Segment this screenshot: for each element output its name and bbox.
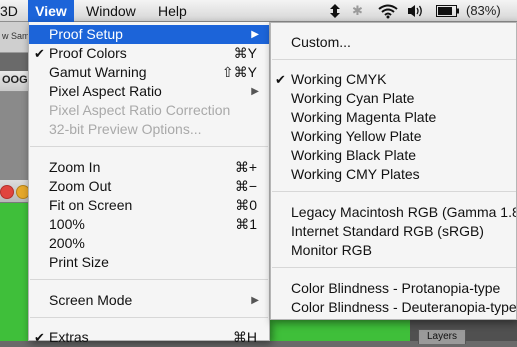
submenu-item-internet-standard-rgb[interactable]: Internet Standard RGB (sRGB) [271,222,516,241]
close-window-button[interactable] [0,185,14,199]
submenu-item-color-blindness-deuteranopia[interactable]: Color Blindness - Deuteranopia-type [271,298,517,317]
menu-separator [272,59,516,60]
battery-percent: (83%) [466,3,501,18]
menu-item-label: Zoom Out [49,178,112,194]
submenu-item-label: Custom... [291,34,351,50]
menu-separator [30,146,268,147]
menu-separator [30,279,268,280]
menu-separator [272,191,516,192]
checkmark-icon: ✔ [34,46,45,61]
menu-item-shortcut: ⌘+ [234,159,257,175]
menu-item-shortcut: ⌘H [232,329,257,345]
menu-item-label: Zoom In [49,159,101,175]
menu-item-shortcut: ⌘− [234,178,257,194]
menu-item-label: Pixel Aspect Ratio Correction [49,102,231,118]
menu-item-label: 200% [49,235,85,251]
submenu-item-label: Internet Standard RGB (sRGB) [291,223,484,239]
layers-panel-tab[interactable]: Layers [418,329,466,344]
menu-item-label: Screen Mode [49,292,133,308]
menu-item-100-percent[interactable]: 100% ⌘1 [29,215,269,234]
submenu-arrow-icon: ▶ [251,86,259,97]
menu-item-shortcut: ⌘1 [235,216,257,232]
submenu-item-legacy-mac-rgb[interactable]: Legacy Macintosh RGB (Gamma 1.8) [271,203,517,222]
menu-view[interactable]: View [28,0,74,22]
submenu-item-working-black-plate[interactable]: Working Black Plate [271,146,516,165]
submenu-item-label: Monitor RGB [291,242,372,258]
menu-item-label: Gamut Warning [49,64,147,80]
menu-item-extras[interactable]: ✔ Extras ⌘H [29,328,269,347]
submenu-item-label: Working CMY Plates [291,166,420,182]
volume-icon[interactable] [407,0,425,22]
menu-separator [272,267,516,268]
submenu-item-label: Working Magenta Plate [291,109,437,125]
checkmark-icon: ✔ [34,330,45,345]
menu-bar: 3D View Window Help ✱ (83%) [0,0,517,22]
menu-item-pixel-aspect-ratio[interactable]: Pixel Aspect Ratio ▶ [29,82,269,101]
menu-item-label: Proof Colors [49,45,127,61]
menu-item-label: Print Size [49,254,109,270]
menu-window[interactable]: Window [86,0,136,22]
menu-item-zoom-out[interactable]: Zoom Out ⌘− [29,177,269,196]
menu-item-label: Extras [49,329,89,345]
input-menu-icon[interactable] [328,0,342,22]
menu-item-label: 100% [49,216,85,232]
submenu-item-working-cyan-plate[interactable]: Working Cyan Plate [271,89,516,108]
bluetooth-icon[interactable]: ✱ [352,0,363,22]
view-menu: Proof Setup ▶ ✔ Proof Colors ⌘Y Gamut Wa… [28,22,270,345]
menu-item-shortcut: ⌘Y [233,45,257,61]
menu-item-print-size[interactable]: Print Size [29,253,269,272]
wifi-icon[interactable] [378,0,398,22]
menu-help[interactable]: Help [158,0,187,22]
menu-item-shortcut: ⇧⌘Y [221,64,257,80]
submenu-item-label: Working CMYK [291,71,387,87]
submenu-item-label: Color Blindness - Protanopia-type [291,280,501,296]
menu-item-label: 32-bit Preview Options... [49,121,202,137]
submenu-item-monitor-rgb[interactable]: Monitor RGB [271,241,516,260]
proof-setup-submenu: Custom... ✔ Working CMYK Working Cyan Pl… [270,22,517,320]
submenu-item-working-cmyk[interactable]: ✔ Working CMYK [271,70,516,89]
battery-icon[interactable] [436,0,460,22]
submenu-item-working-magenta-plate[interactable]: Working Magenta Plate [271,108,516,127]
submenu-arrow-icon: ▶ [251,29,259,40]
menu-item-proof-setup[interactable]: Proof Setup ▶ [29,25,269,44]
menu-separator [30,317,268,318]
menu-item-shortcut: ⌘0 [235,197,257,213]
document-tab-text: OOG [2,74,28,86]
menu-item-label: Fit on Screen [49,197,133,213]
menu-item-pixel-aspect-ratio-correction: Pixel Aspect Ratio Correction [29,101,269,120]
menu-item-32bit-preview-options: 32-bit Preview Options... [29,120,269,139]
submenu-item-custom[interactable]: Custom... [271,33,516,52]
submenu-item-working-yellow-plate[interactable]: Working Yellow Plate [271,127,516,146]
submenu-item-label: Working Cyan Plate [291,90,415,106]
submenu-arrow-icon: ▶ [251,295,259,306]
menu-3d[interactable]: 3D [0,0,22,22]
menu-item-200-percent[interactable]: 200% [29,234,269,253]
menu-item-label: Proof Setup [49,26,123,42]
options-bar-text: w Sam [2,31,30,41]
submenu-item-color-blindness-protanopia[interactable]: Color Blindness - Protanopia-type [271,279,516,298]
submenu-item-label: Working Black Plate [291,147,417,163]
submenu-item-label: Working Yellow Plate [291,128,422,144]
checkmark-icon: ✔ [275,72,286,87]
submenu-item-label: Legacy Macintosh RGB (Gamma 1.8) [291,204,517,220]
menu-item-proof-colors[interactable]: ✔ Proof Colors ⌘Y [29,44,269,63]
menu-item-zoom-in[interactable]: Zoom In ⌘+ [29,158,269,177]
menu-item-label: Pixel Aspect Ratio [49,83,162,99]
menu-item-fit-on-screen[interactable]: Fit on Screen ⌘0 [29,196,269,215]
menu-item-gamut-warning[interactable]: Gamut Warning ⇧⌘Y [29,63,269,82]
submenu-item-label: Color Blindness - Deuteranopia-type [291,299,517,315]
menu-item-screen-mode[interactable]: Screen Mode ▶ [29,291,269,310]
submenu-item-working-cmy-plates[interactable]: Working CMY Plates [271,165,516,184]
